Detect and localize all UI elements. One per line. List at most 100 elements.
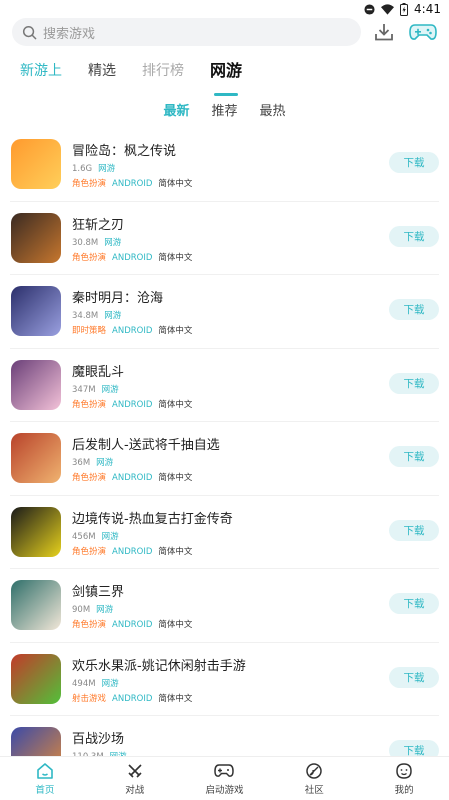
game-size: 34.8M (72, 311, 99, 321)
tab-new-games[interactable]: 新游上 (20, 58, 62, 92)
game-platform: ANDROID (112, 399, 153, 410)
download-button[interactable]: 下载 (389, 519, 439, 541)
download-button[interactable]: 下载 (389, 299, 439, 320)
game-meta: 36M 网游 (72, 457, 220, 470)
face-icon (395, 761, 413, 781)
download-button[interactable]: 下载 (389, 152, 439, 173)
game-tags: 角色扮演 ANDROID 简体中文 (72, 252, 192, 265)
game-info: 秦时明月：沧海 34.8M 网游 即时策略 ANDROID 简体中文 (72, 290, 192, 338)
nav-battle[interactable]: 对战 (90, 757, 180, 800)
game-meta: 1.6G 网游 (72, 163, 192, 176)
game-language: 简体中文 (158, 252, 193, 263)
game-platform: ANDROID (112, 252, 153, 263)
nav-home[interactable]: 首页 (0, 757, 90, 800)
download-button[interactable]: 下载 (389, 372, 439, 394)
list-item[interactable]: 欢乐水果派-姚记休闲射击手游 494M 网游 射击游戏 ANDROID 简体中文 下载 (10, 643, 439, 716)
game-title[interactable]: 秦时明月：沧海 (72, 290, 192, 308)
game-meta: 494M 网游 (72, 678, 246, 691)
game-info: 后发制人-送武将千抽自选 36M 网游 角色扮演 ANDROID 简体中文 (72, 437, 220, 485)
game-tags: 角色扮演 ANDROID 简体中文 (72, 399, 192, 412)
game-genre: 即时策略 (72, 326, 107, 336)
download-button[interactable]: 下载 (389, 666, 439, 688)
wifi-icon (381, 3, 395, 15)
game-meta: 347M 网游 (72, 384, 192, 397)
game-kind: 网游 (98, 164, 116, 174)
game-language: 简体中文 (158, 326, 193, 336)
game-genre: 角色扮演 (72, 399, 107, 410)
game-size: 1.6G (72, 164, 93, 174)
list-item[interactable]: 魔眼乱斗 347M 网游 角色扮演 ANDROID 简体中文 下载 (10, 349, 439, 422)
game-language: 简体中文 (158, 693, 193, 704)
game-genre: 角色扮演 (72, 546, 107, 557)
tab-rankings[interactable]: 排行榜 (142, 58, 184, 92)
nav-community[interactable]: 社区 (269, 757, 359, 800)
status-bar: 4:41 (0, 0, 449, 18)
subtab-latest[interactable]: 最新 (163, 100, 189, 119)
game-info: 狂斩之刃 30.8M 网游 角色扮演 ANDROID 简体中文 (72, 217, 192, 265)
list-item[interactable]: 冒险岛：枫之传说 1.6G 网游角色扮演 ANDROID 简体中文 下载 (10, 128, 439, 202)
game-tags: 角色扮演 ANDROID 简体中文 (72, 546, 233, 559)
game-kind: 网游 (101, 531, 119, 542)
game-info: 剑镇三界 90M 网游 角色扮演 ANDROID 简体中文 (72, 584, 192, 632)
game-kind: 网游 (96, 458, 114, 468)
game-platform: ANDROID (112, 546, 153, 557)
battery-icon (400, 2, 409, 16)
game-genre: 射击游戏 (72, 693, 107, 704)
list-item[interactable]: 狂斩之刃 30.8M 网游 角色扮演 ANDROID 简体中文 下载 (10, 202, 439, 275)
gamepad-icon[interactable] (409, 22, 437, 42)
game-size: 347M (72, 384, 96, 395)
subtab-hottest[interactable]: 最热 (260, 100, 286, 119)
game-title[interactable]: 冒险岛：枫之传说 (72, 143, 192, 161)
game-title[interactable]: 剑镇三界 (72, 584, 192, 602)
game-size: 456M (72, 531, 96, 542)
search-icon (22, 25, 37, 40)
tab-online-games[interactable]: 网游 (210, 58, 242, 92)
game-thumbnail[interactable] (11, 653, 61, 704)
game-kind: 网游 (104, 311, 122, 321)
game-thumbnail[interactable] (11, 212, 61, 263)
search-input[interactable]: 搜索游戏 (12, 18, 361, 46)
leaf-icon (305, 761, 323, 781)
nav-mine-label: 我的 (394, 785, 414, 796)
game-thumbnail[interactable] (11, 359, 61, 410)
game-size: 30.8M (72, 237, 99, 248)
game-meta: 30.8M 网游 (72, 237, 192, 250)
game-kind: 网游 (101, 384, 119, 395)
game-info: 魔眼乱斗 347M 网游 角色扮演 ANDROID 简体中文 (72, 364, 192, 412)
list-item[interactable]: 边境传说-热血复古打金传奇 456M 网游 角色扮演 ANDROID 简体中文 下载 (10, 496, 439, 569)
list-item[interactable]: 秦时明月：沧海 34.8M 网游 即时策略 ANDROID 简体中文 下载 (10, 275, 439, 349)
game-tags: 角色扮演 ANDROID 简体中文 (72, 619, 192, 632)
game-title[interactable]: 后发制人-送武将千抽自选 (72, 437, 220, 455)
game-tags: 角色扮演 ANDROID 简体中文 (72, 178, 192, 191)
game-thumbnail[interactable] (11, 580, 61, 630)
list-item[interactable]: 后发制人-送武将千抽自选 36M 网游 角色扮演 ANDROID 简体中文 下载 (10, 422, 439, 496)
nav-battle-label: 对战 (125, 785, 145, 796)
game-title[interactable]: 百战沙场 (72, 731, 127, 749)
game-title[interactable]: 狂斩之刃 (72, 217, 192, 235)
list-item[interactable]: 剑镇三界 90M 网游 角色扮演 ANDROID 简体中文 下载 (10, 569, 439, 643)
game-kind: 网游 (104, 237, 122, 248)
game-title[interactable]: 魔眼乱斗 (72, 364, 192, 382)
nav-mine[interactable]: 我的 (359, 757, 449, 800)
game-genre: 角色扮演 (72, 473, 107, 483)
download-button[interactable]: 下载 (389, 593, 439, 614)
swords-icon (126, 761, 144, 781)
game-thumbnail[interactable] (11, 506, 61, 557)
search-placeholder: 搜索游戏 (43, 26, 96, 42)
game-thumbnail[interactable] (11, 433, 61, 483)
download-button[interactable]: 下载 (389, 225, 439, 247)
nav-launch-game[interactable]: 启动游戏 (180, 757, 270, 800)
download-manager-icon[interactable] (373, 21, 395, 43)
game-genre: 角色扮演 (72, 620, 107, 630)
download-button[interactable]: 下载 (389, 446, 439, 467)
game-thumbnail[interactable] (11, 139, 61, 189)
game-thumbnail[interactable] (11, 286, 61, 336)
tab-featured[interactable]: 精选 (88, 58, 116, 92)
game-title[interactable]: 边境传说-热血复古打金传奇 (72, 511, 233, 529)
top-tabs: 新游上 精选 排行榜 网游 (20, 58, 268, 92)
game-size: 494M (72, 678, 96, 689)
game-meta: 456M 网游 (72, 531, 233, 544)
game-title[interactable]: 欢乐水果派-姚记休闲射击手游 (72, 658, 246, 676)
game-kind: 网游 (101, 678, 119, 689)
subtab-recommended[interactable]: 推荐 (211, 100, 237, 119)
